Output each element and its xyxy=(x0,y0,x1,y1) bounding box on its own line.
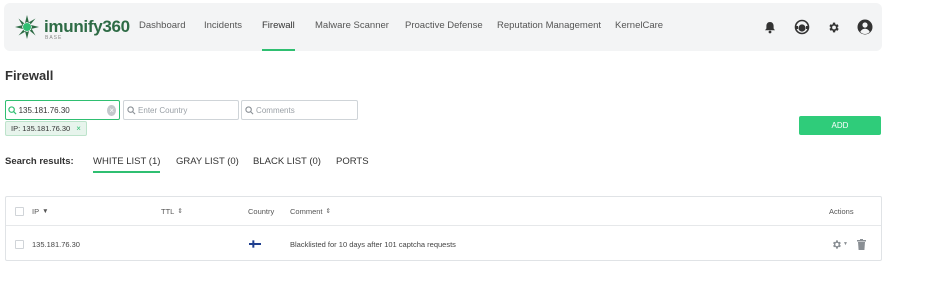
comment-header-label: Comment xyxy=(290,206,323,216)
finland-flag-icon xyxy=(249,227,261,261)
search-results-label: Search results: xyxy=(5,156,74,167)
nav-item-proactive-defense[interactable]: Proactive Defense xyxy=(405,3,483,51)
tab-white-list[interactable]: WHITE LIST (1) xyxy=(93,156,161,173)
ttl-header-label: TTL xyxy=(161,206,175,216)
select-all-checkbox[interactable] xyxy=(15,197,24,225)
comment-column-header[interactable]: Comment ⇕ xyxy=(290,197,331,225)
country-input[interactable] xyxy=(138,105,238,115)
ip-search-input[interactable] xyxy=(18,105,108,115)
top-navbar: imunify360 BASE Dashboard Incidents Fire… xyxy=(4,3,882,51)
nav-item-dashboard[interactable]: Dashboard xyxy=(139,3,185,51)
sort-down-icon: ▼ xyxy=(42,207,49,215)
gear-icon xyxy=(833,239,841,249)
row-checkbox[interactable] xyxy=(15,227,24,261)
nav-item-malware-scanner[interactable]: Malware Scanner xyxy=(315,3,389,51)
search-icon xyxy=(6,105,19,115)
search-icon xyxy=(124,105,138,115)
tab-gray-list[interactable]: GRAY LIST (0) xyxy=(176,156,239,167)
bell-icon[interactable] xyxy=(761,18,779,36)
nav-item-kernelcare[interactable]: KernelCare xyxy=(615,3,663,51)
brand-logo[interactable]: imunify360 BASE xyxy=(14,13,130,43)
actions-header-label: Actions xyxy=(829,206,854,216)
table-header: IP ▼ TTL ⇕ Country Comment ⇕ Actions xyxy=(6,197,881,226)
comments-filter[interactable] xyxy=(241,100,358,120)
ttl-column-header[interactable]: TTL ⇕ xyxy=(161,197,183,225)
country-filter[interactable] xyxy=(123,100,239,120)
support-icon[interactable] xyxy=(793,18,811,36)
brand-name: imunify360 xyxy=(44,17,130,36)
row-comment: Blacklisted for 10 days after 101 captch… xyxy=(290,239,456,249)
ip-column-header[interactable]: IP ▼ xyxy=(32,197,49,225)
tab-ports[interactable]: PORTS xyxy=(336,156,369,167)
nav-item-incidents[interactable]: Incidents xyxy=(204,3,242,51)
tab-black-list[interactable]: BLACK LIST (0) xyxy=(253,156,321,167)
add-button[interactable]: ADD xyxy=(799,116,881,135)
sort-icon: ⇕ xyxy=(177,208,183,215)
logo-mark-icon xyxy=(15,15,39,39)
comments-input[interactable] xyxy=(256,105,357,115)
clear-icon[interactable]: × xyxy=(107,104,116,116)
country-column-header: Country xyxy=(248,197,274,225)
nav-item-reputation-management[interactable]: Reputation Management xyxy=(497,3,601,51)
trash-icon[interactable] xyxy=(857,227,866,261)
table-row: 135.181.76.30 Blacklisted for 10 days af… xyxy=(6,227,881,261)
nav-item-firewall[interactable]: Firewall xyxy=(262,3,295,51)
user-avatar-icon[interactable] xyxy=(856,18,874,36)
row-ip: 135.181.76.30 xyxy=(32,239,80,249)
chip-label: IP: 135.181.76.30 xyxy=(11,124,71,133)
actions-column-header: Actions xyxy=(829,197,854,225)
ip-header-label: IP xyxy=(32,206,40,216)
country-header-label: Country xyxy=(248,206,275,216)
search-icon xyxy=(242,105,256,115)
sort-icon: ⇕ xyxy=(325,208,331,215)
active-filter-chip: IP: 135.181.76.30 × xyxy=(5,121,87,136)
caret-down-icon: ▼ xyxy=(843,241,848,247)
chip-remove-icon[interactable]: × xyxy=(76,124,81,133)
ip-filter[interactable]: × xyxy=(5,100,120,120)
brand-edition: BASE xyxy=(45,35,63,41)
results-table: IP ▼ TTL ⇕ Country Comment ⇕ Actions 135… xyxy=(5,196,882,261)
row-settings-dropdown[interactable]: ▼ xyxy=(831,227,848,261)
page-title: Firewall xyxy=(5,68,54,83)
gear-icon[interactable] xyxy=(824,18,842,36)
